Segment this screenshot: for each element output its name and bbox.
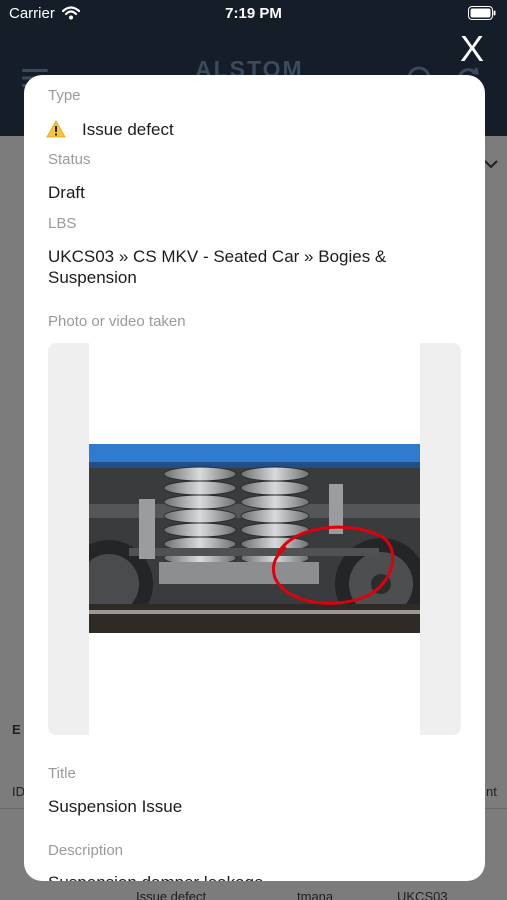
status-value: Draft (48, 183, 85, 202)
description-value: Suspension damper leakage (48, 872, 263, 881)
media-viewer[interactable] (48, 343, 461, 735)
issue-detail-sheet: Type Issue defect Status Draft LBS UKCS0… (24, 75, 485, 881)
chevron-down-icon (483, 157, 499, 175)
title-label: Title (48, 765, 76, 782)
background-row-user: tmana (297, 889, 334, 900)
close-button[interactable]: X (452, 28, 492, 70)
battery-icon (468, 6, 496, 24)
media-label: Photo or video taken (48, 313, 186, 330)
warning-icon (46, 120, 66, 138)
background-column-header: nt (486, 784, 497, 799)
title-value: Suspension Issue (48, 797, 183, 816)
status-label: Status (48, 151, 91, 168)
background-row-type: Issue defect (136, 889, 207, 900)
type-row: Issue defect (46, 117, 174, 141)
lbs-value: UKCS03 » CS MKV - Seated Car » Bogies & … (48, 247, 387, 287)
status-bar: Carrier 7:19 PM (0, 0, 507, 30)
defect-photo[interactable] (65, 444, 427, 633)
type-label: Type (48, 87, 81, 104)
status-time: 7:19 PM (225, 5, 282, 22)
description-label: Description (48, 842, 124, 859)
background-section-label: E (12, 722, 21, 737)
background-row-code: UKCS03 (397, 889, 448, 900)
type-value: Issue defect (82, 119, 174, 139)
lbs-label: LBS (48, 215, 77, 232)
